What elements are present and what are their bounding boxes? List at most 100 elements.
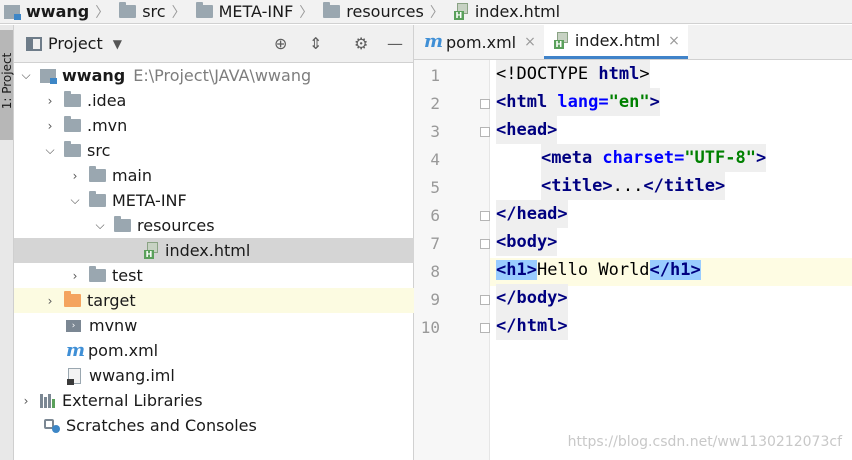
folder-icon	[89, 191, 106, 207]
code-line-7[interactable]: <body>	[496, 228, 558, 256]
tree-item-path: E:\Project\JAVA\wwang	[133, 66, 312, 85]
line-number: 8	[430, 262, 440, 281]
tree-item-wwang-iml[interactable]: wwang.iml	[14, 363, 467, 388]
chevron-right-icon: 〉	[171, 4, 186, 21]
module-icon	[4, 4, 21, 20]
module-file-icon	[67, 367, 81, 385]
chevron-down-icon[interactable]: ⌵	[94, 218, 106, 233]
chevron-down-icon[interactable]: ⌵	[69, 193, 81, 208]
code-line-4[interactable]: <meta charset="UTF-8">	[541, 144, 767, 172]
tree-item-src[interactable]: ⌵ src	[14, 138, 443, 163]
tree-item-external-libraries[interactable]: › External Libraries	[14, 388, 419, 413]
chevron-down-icon[interactable]: ⌵	[20, 68, 32, 83]
project-tool-tab[interactable]: 1: Project	[0, 30, 14, 140]
tag-token: <body>	[496, 232, 558, 252]
folded-region[interactable]: ...	[613, 176, 644, 196]
line-number: 7	[430, 234, 440, 253]
code-line-1[interactable]: <!DOCTYPE html>	[496, 60, 650, 88]
tag-token: </body>	[496, 288, 568, 308]
tree-item-label: src	[87, 141, 111, 160]
gear-icon[interactable]: ⚙	[354, 35, 368, 53]
chevron-right-icon[interactable]: ›	[44, 294, 56, 308]
tree-item-mvn[interactable]: › .mvn	[14, 113, 443, 138]
tree-item-label: META-INF	[112, 191, 187, 210]
close-icon[interactable]: ×	[668, 33, 680, 49]
line-number: 1	[430, 66, 440, 85]
breadcrumb-item-meta-inf[interactable]: META-INF 〉	[192, 0, 320, 24]
tree-item-label: mvnw	[89, 316, 138, 335]
breadcrumb-item-resources[interactable]: resources 〉	[319, 0, 450, 24]
folder-icon	[64, 141, 81, 157]
doctype-name-token: html	[598, 64, 640, 84]
fold-marker-icon[interactable]	[480, 239, 490, 249]
chevron-right-icon[interactable]: ›	[69, 169, 81, 183]
chevron-right-icon[interactable]: ›	[20, 394, 32, 408]
code-area[interactable]: <!DOCTYPE html> <html lang="en"> <head> …	[490, 60, 852, 460]
minimize-icon[interactable]: —	[387, 35, 403, 53]
tree-item-test[interactable]: › test	[14, 263, 468, 288]
tab-index-html[interactable]: H index.html ×	[543, 25, 688, 59]
tree-item-mvnw[interactable]: › mvnw	[14, 313, 465, 338]
tag-token: >	[649, 92, 660, 112]
fold-marker-icon[interactable]	[480, 323, 490, 333]
collapse-all-icon[interactable]: ⇕	[309, 35, 322, 53]
line-number: 2	[430, 94, 440, 113]
code-line-9[interactable]: </body>	[496, 284, 568, 312]
string-token: "UTF-8"	[684, 148, 756, 168]
fold-marker-icon[interactable]	[480, 211, 490, 221]
tree-item-pom-xml[interactable]: m pom.xml	[14, 338, 465, 363]
code-line-8[interactable]: <h1>Hello World</h1>	[496, 256, 701, 284]
module-icon	[40, 68, 57, 84]
chevron-right-icon[interactable]: ›	[44, 119, 56, 133]
tree-item-target[interactable]: › target	[14, 288, 443, 313]
tab-label: index.html	[574, 31, 661, 50]
tree-item-label: .mvn	[87, 116, 128, 135]
tree-item-label: wwang.iml	[89, 366, 175, 385]
line-number: 3	[430, 122, 440, 141]
tree-item-label: .idea	[87, 91, 127, 110]
breadcrumb-label: wwang	[26, 2, 90, 21]
tab-pom-xml[interactable]: m pom.xml ×	[414, 25, 544, 59]
tag-token: </html>	[496, 316, 568, 336]
code-line-5[interactable]: <title>...</title>	[541, 172, 726, 200]
html-file-icon: H	[553, 32, 569, 49]
chevron-down-icon[interactable]: ▼	[113, 37, 122, 51]
code-line-2[interactable]: <html lang="en">	[496, 88, 660, 116]
tree-item-idea[interactable]: › .idea	[14, 88, 443, 113]
doctype-close-token: >	[639, 64, 650, 84]
close-icon[interactable]: ×	[524, 34, 536, 50]
chevron-right-icon[interactable]: ›	[44, 94, 56, 108]
breadcrumb-item-wwang[interactable]: wwang 〉	[0, 0, 115, 24]
string-token: "en"	[608, 92, 650, 112]
tree-item-label: main	[112, 166, 152, 185]
code-line-6[interactable]: </head>	[496, 200, 568, 228]
tab-label: pom.xml	[446, 32, 517, 52]
code-line-3[interactable]: <head>	[496, 116, 558, 144]
folder-icon	[323, 2, 341, 18]
project-panel-header: Project ▼ ⊕ ⇕ ⚙ —	[14, 25, 413, 63]
excluded-folder-icon	[64, 291, 81, 307]
matched-tag-token: <h1>	[496, 260, 537, 280]
breadcrumb-item-index-html[interactable]: H index.html	[450, 0, 560, 24]
project-tool-tab-label: 1: Project	[0, 52, 14, 110]
tree-item-label: External Libraries	[62, 391, 203, 410]
folder-icon	[89, 166, 106, 182]
breadcrumb-item-src[interactable]: src 〉	[115, 0, 191, 24]
line-number: 6	[430, 206, 440, 225]
tree-item-scratches[interactable]: Scratches and Consoles	[14, 413, 443, 438]
tree-item-main[interactable]: › main	[14, 163, 468, 188]
fold-marker-icon[interactable]	[480, 99, 490, 109]
tree-item-wwang[interactable]: ⌵ wwang E:\Project\JAVA\wwang	[14, 63, 419, 88]
fold-marker-icon[interactable]	[480, 295, 490, 305]
html-file-icon: H	[144, 242, 159, 259]
folder-icon	[64, 91, 81, 107]
tree-item-meta-inf[interactable]: ⌵ META-INF	[14, 188, 468, 213]
chevron-right-icon[interactable]: ›	[69, 269, 81, 283]
fold-marker-icon[interactable]	[480, 127, 490, 137]
chevron-down-icon[interactable]: ⌵	[44, 143, 56, 158]
locate-icon[interactable]: ⊕	[274, 35, 287, 53]
matched-tag-token: </h1>	[649, 260, 701, 280]
line-number: 9	[430, 290, 440, 309]
project-view-selector[interactable]: Project	[48, 34, 103, 53]
code-line-10[interactable]: </html>	[496, 312, 568, 340]
